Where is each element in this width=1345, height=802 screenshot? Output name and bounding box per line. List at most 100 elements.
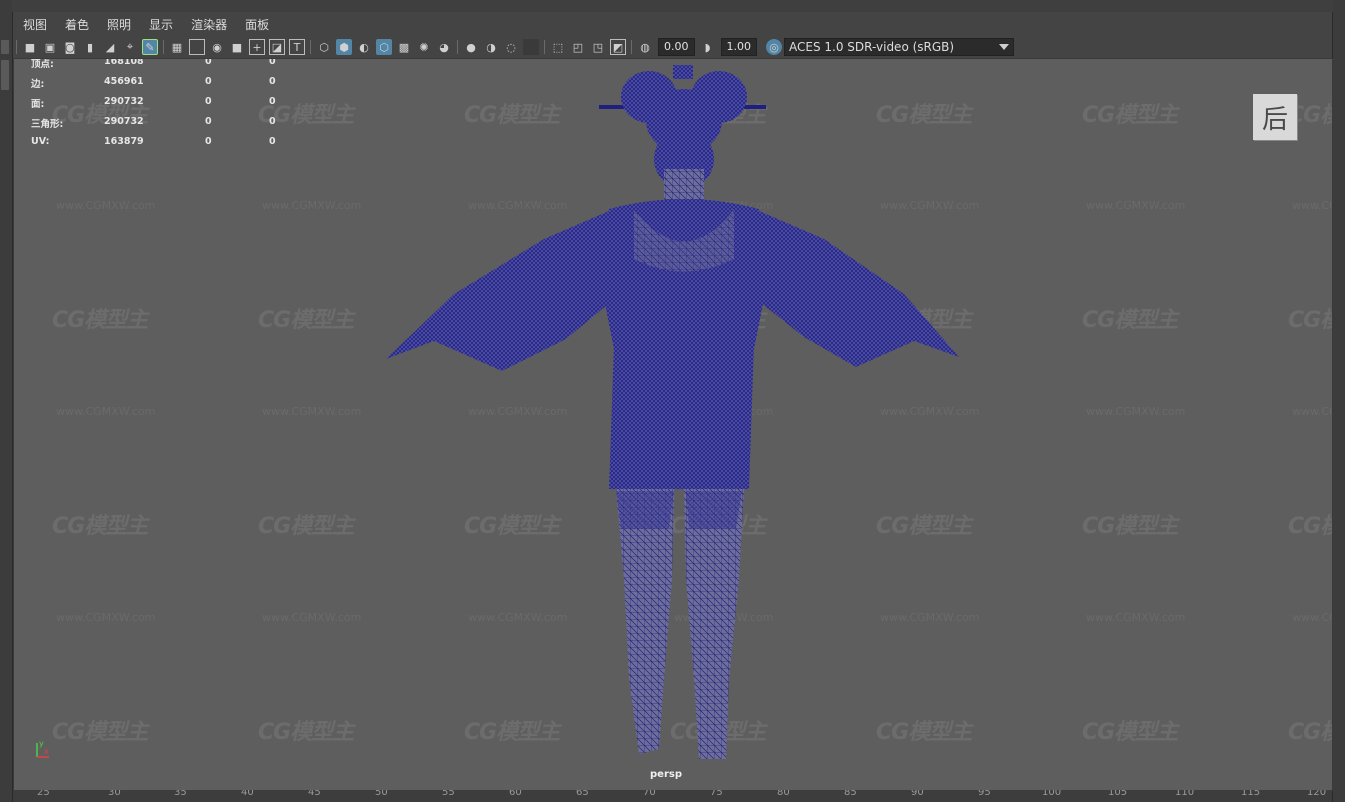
- panel-toolbar: ■ ▣ ◙ ▮ ◢ ⌖ ✎ ▦ ◉ ■ + ◪ T ⬡ ⬢ ◐ ⬡ ▩ ✺ ◕ …: [13, 37, 1332, 57]
- maya-window: 视图 着色 照明 显示 渲染器 面板 ■ ▣ ◙ ▮ ◢ ⌖ ✎ ▦ ◉ ■ +…: [0, 0, 1345, 802]
- grid-icon[interactable]: ▦: [169, 39, 185, 55]
- 2d-pan-zoom-icon[interactable]: ⌖: [122, 39, 138, 55]
- menu-lighting[interactable]: 照明: [97, 14, 139, 36]
- camera-attributes-icon[interactable]: ▣: [42, 39, 58, 55]
- ruler-tick: 120: [1307, 790, 1327, 798]
- xray-icon[interactable]: ◰: [570, 39, 586, 55]
- hud-value: 0: [205, 96, 212, 107]
- toolbar-separator: [631, 40, 632, 54]
- isolate-select-icon[interactable]: ⬚: [550, 39, 566, 55]
- gate-mask-icon[interactable]: ■: [229, 39, 245, 55]
- ruler-tick: 85: [844, 790, 857, 798]
- ruler-tick: 80: [777, 790, 790, 798]
- axis-indicator: y x: [36, 739, 49, 758]
- panel-handle[interactable]: [1, 40, 9, 54]
- textured-icon[interactable]: ▩: [396, 39, 412, 55]
- ruler-tick: 25: [37, 790, 50, 798]
- hud-count: 168108: [104, 58, 144, 67]
- shadows-icon[interactable]: ◕: [436, 39, 452, 55]
- safe-title-icon[interactable]: T: [289, 39, 305, 55]
- menu-renderer[interactable]: 渲染器: [181, 14, 235, 36]
- resolution-gate-icon[interactable]: ◉: [209, 39, 225, 55]
- hud-value: 0: [205, 76, 212, 87]
- hud-row-vertices: 顶点: 168108 0 0: [31, 58, 311, 76]
- camera-lock-icon[interactable]: ◙: [62, 39, 78, 55]
- xray-components-icon[interactable]: ◩: [610, 39, 626, 55]
- wireframe-icon[interactable]: ⬡: [316, 39, 332, 55]
- camera-name-label: persp: [650, 769, 682, 780]
- gamma-field[interactable]: 1.00: [720, 38, 757, 56]
- top-edge: [12, 0, 1333, 12]
- color-management: ◎ ACES 1.0 SDR-video (sRGB): [764, 38, 1014, 56]
- hud-value: 0: [205, 116, 212, 127]
- viewcube-back[interactable]: 后: [1253, 94, 1297, 140]
- motion-blur-icon[interactable]: ◑: [483, 39, 499, 55]
- xray-joints-icon[interactable]: ◳: [590, 39, 606, 55]
- menu-shading[interactable]: 着色: [55, 14, 97, 36]
- exposure-field[interactable]: 0.00: [658, 38, 695, 56]
- hud-value: 0: [269, 116, 276, 127]
- anti-aliasing-icon[interactable]: ◌: [503, 39, 519, 55]
- wireframe-model[interactable]: [14, 59, 1332, 790]
- ruler-tick: 90: [911, 790, 924, 798]
- ruler-tick: 30: [108, 790, 121, 798]
- hud-value: 0: [205, 58, 212, 67]
- film-gate-icon[interactable]: [189, 39, 205, 55]
- hud-label: UV:: [31, 136, 50, 147]
- default-material-icon[interactable]: ◐: [356, 39, 372, 55]
- hud-label: 面:: [31, 99, 45, 110]
- toolbar-separator: [310, 40, 311, 54]
- select-camera-icon[interactable]: ■: [22, 39, 38, 55]
- hud-value: 0: [269, 136, 276, 147]
- exposure-icon[interactable]: ◍: [637, 39, 653, 55]
- grease-pencil-icon[interactable]: ✎: [142, 39, 158, 55]
- lights-icon[interactable]: ✺: [416, 39, 432, 55]
- hud-value: 0: [269, 76, 276, 87]
- ruler-tick: 75: [710, 790, 723, 798]
- bookmark-icon[interactable]: ▮: [82, 39, 98, 55]
- toolbar-separator: [163, 40, 164, 54]
- safe-action-icon[interactable]: ◪: [269, 39, 285, 55]
- hud-count: 290732: [104, 96, 144, 107]
- axis-x-label: x: [44, 747, 49, 756]
- wireframe-on-shaded-icon[interactable]: ⬡: [376, 39, 392, 55]
- ruler-tick: 115: [1241, 790, 1261, 798]
- right-side-panel: [1332, 0, 1345, 802]
- ruler-tick: 65: [576, 790, 589, 798]
- menu-panels[interactable]: 面板: [235, 14, 277, 36]
- hud-value: 0: [269, 96, 276, 107]
- panel-handle[interactable]: [1, 60, 9, 90]
- hud-count: 290732: [104, 116, 144, 127]
- chevron-down-icon: [999, 44, 1009, 50]
- menu-show[interactable]: 显示: [139, 14, 181, 36]
- panel-menu-bar: 视图 着色 照明 显示 渲染器 面板: [13, 14, 1332, 36]
- persp-viewport[interactable]: CG模型主 CG模型主 CG模型主 CG模型主 CG模型主 CG模型主 CG模型…: [13, 58, 1333, 791]
- hud-value: 0: [205, 136, 212, 147]
- ruler-tick: 40: [241, 790, 254, 798]
- time-ruler[interactable]: 25 30 35 40 45 50 55 60 65 70 75 80 85 9…: [13, 790, 1332, 802]
- ruler-tick: 100: [1042, 790, 1062, 798]
- ruler-tick: 70: [643, 790, 656, 798]
- hud-row-triangles: 三角形: 290732 0 0: [31, 116, 311, 136]
- hud-label: 三角形:: [31, 119, 64, 130]
- smooth-shade-icon[interactable]: ⬢: [336, 39, 352, 55]
- hud-label: 顶点:: [31, 59, 54, 70]
- gamma-icon[interactable]: ◗: [700, 39, 716, 55]
- poly-count-hud: 顶点: 168108 0 0 边: 456961 0 0 面: 290732 0…: [31, 58, 311, 156]
- toolbar-separator: [457, 40, 458, 54]
- ruler-tick: 45: [308, 790, 321, 798]
- field-chart-icon[interactable]: +: [249, 39, 265, 55]
- menu-view[interactable]: 视图: [13, 14, 55, 36]
- hud-row-uvs: UV: 163879 0 0: [31, 136, 311, 156]
- ambient-occlusion-icon[interactable]: ●: [463, 39, 479, 55]
- color-management-toggle-icon[interactable]: ◎: [766, 39, 782, 55]
- ruler-tick: 50: [375, 790, 388, 798]
- image-plane-icon[interactable]: ◢: [102, 39, 118, 55]
- hud-value: 0: [269, 58, 276, 67]
- ruler-tick: 105: [1108, 790, 1128, 798]
- ruler-tick: 110: [1175, 790, 1195, 798]
- left-side-panel: [0, 0, 13, 802]
- depth-of-field-icon[interactable]: [523, 39, 539, 55]
- view-transform-dropdown[interactable]: ACES 1.0 SDR-video (sRGB): [784, 38, 1014, 56]
- ruler-tick: 95: [978, 790, 991, 798]
